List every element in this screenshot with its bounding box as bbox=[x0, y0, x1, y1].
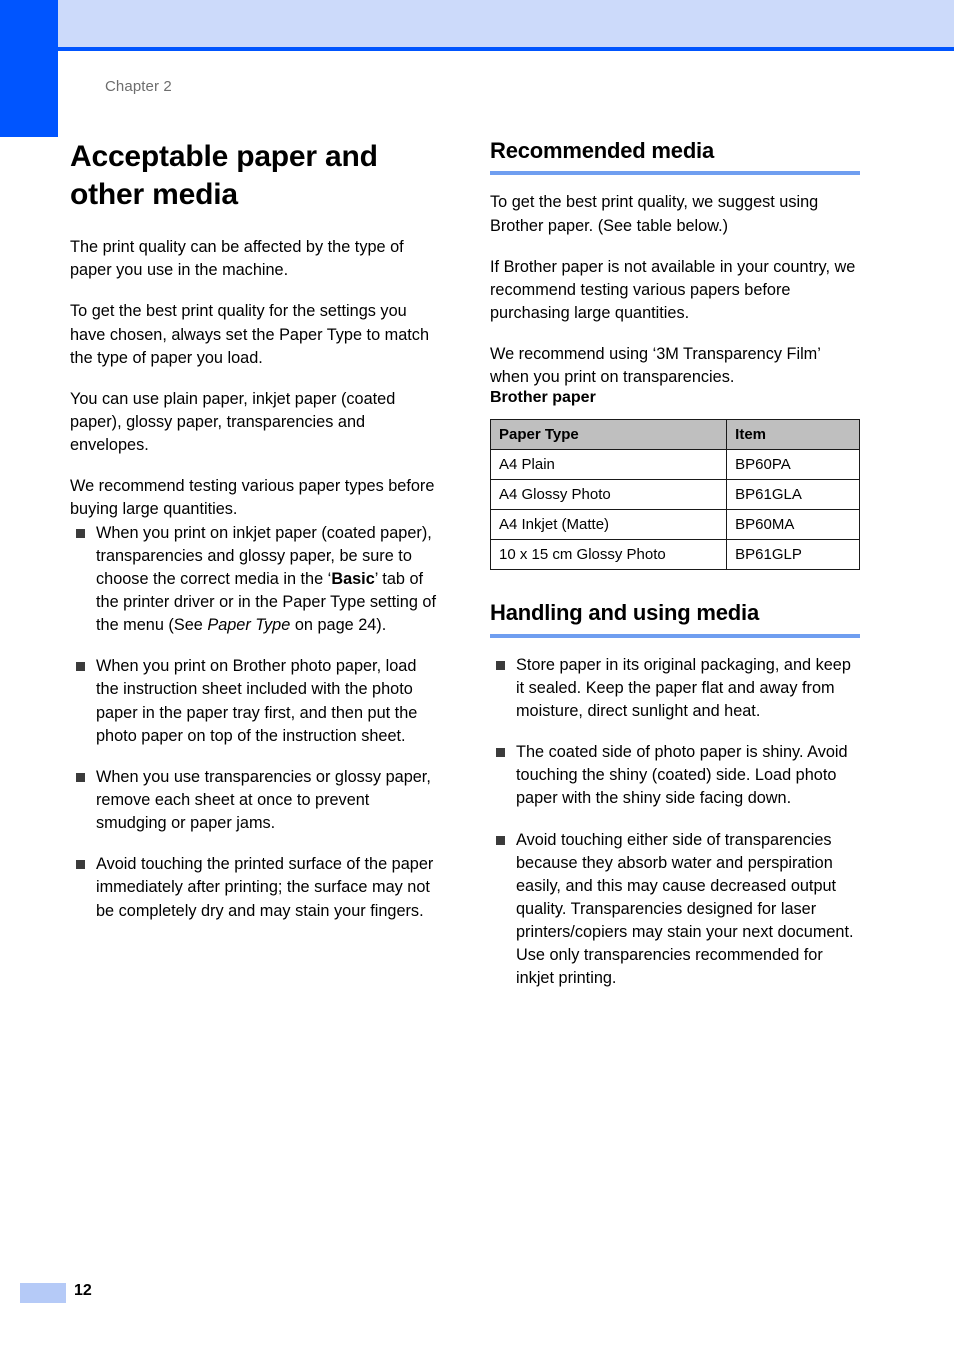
paragraph: We recommend using ‘3M Transparency Film… bbox=[490, 345, 821, 387]
list-item: Avoid touching either side of transparen… bbox=[490, 829, 860, 991]
table-row: A4 Plain BP60PA bbox=[489, 449, 860, 481]
left-column: Acceptable paper and other media The pri… bbox=[70, 138, 440, 923]
subheading-brother-paper: Brother paper bbox=[490, 389, 596, 407]
square-bullet-icon bbox=[496, 660, 505, 670]
list-item: When you print on inkjet paper (coated p… bbox=[70, 522, 440, 638]
chapter-label: Chapter 2 bbox=[105, 78, 172, 95]
section-underline-handling-media bbox=[490, 633, 860, 638]
square-bullet-icon bbox=[76, 662, 85, 672]
paragraph: To get the best print quality, we sugges… bbox=[490, 193, 819, 235]
paragraph: To get the best print quality for the se… bbox=[70, 302, 429, 367]
header-rule bbox=[58, 47, 954, 51]
table-row: 10 x 15 cm Glossy Photo BP61GLP bbox=[489, 539, 860, 571]
table-cell: BP60PA bbox=[726, 449, 860, 481]
section-title-handling-media: Handling and using media bbox=[490, 600, 759, 626]
footer-accent-swatch bbox=[20, 1283, 66, 1303]
emphasis-bold: Basic bbox=[331, 569, 375, 588]
list-item: When you use transparencies or glossy pa… bbox=[70, 766, 440, 835]
table-row: A4 Glossy Photo BP61GLA bbox=[489, 479, 860, 511]
list-item: The coated side of photo paper is shiny.… bbox=[490, 741, 860, 810]
table-cell: A4 Inkjet (Matte) bbox=[489, 509, 728, 541]
table-column-header: Paper Type bbox=[489, 419, 728, 451]
table-cell: BP60MA bbox=[726, 509, 860, 541]
list-item-text: Avoid touching either side of transparen… bbox=[516, 830, 854, 988]
header-band bbox=[58, 0, 954, 47]
text-run: When you print on Brother photo paper, l… bbox=[96, 657, 418, 745]
text-run: When you use transparencies or glossy pa… bbox=[96, 767, 431, 833]
brother-paper-table: Paper Type Item A4 Plain BP60PA A4 Glossy P… bbox=[489, 419, 860, 571]
table-header-row: Paper Type Item bbox=[489, 419, 860, 451]
page-title: Acceptable paper and other media bbox=[70, 140, 378, 212]
square-bullet-icon bbox=[496, 835, 505, 845]
square-bullet-icon bbox=[496, 748, 505, 758]
text-run: Avoid touching the printed surface of th… bbox=[96, 855, 434, 920]
paragraph: The print quality can be affected by the… bbox=[70, 238, 404, 280]
text-run: on page 24). bbox=[290, 616, 387, 635]
square-bullet-icon bbox=[76, 860, 85, 870]
section-underline-recommended-media bbox=[490, 171, 860, 176]
table-column-header: Item bbox=[726, 419, 860, 451]
recommended-media-paragraphs: To get the best print quality, we sugges… bbox=[490, 191, 860, 389]
list-item-text: The coated side of photo paper is shiny.… bbox=[516, 743, 848, 808]
table-cell: 10 x 15 cm Glossy Photo bbox=[489, 539, 728, 571]
emphasis-italic: Paper Type bbox=[207, 616, 291, 635]
paragraph: We recommend testing various paper types… bbox=[70, 477, 435, 519]
list-item: Avoid touching the printed surface of th… bbox=[70, 853, 440, 922]
right-column: Recommended media To get the best print … bbox=[489, 138, 860, 991]
paragraph: You can use plain paper, inkjet paper (c… bbox=[70, 389, 396, 455]
list-item: When you print on Brother photo paper, l… bbox=[70, 655, 440, 748]
left-column-paragraphs: The print quality can be affected by the… bbox=[70, 236, 440, 521]
page-number: 12 bbox=[74, 1282, 92, 1299]
section-title-recommended-media: Recommended media bbox=[490, 138, 715, 163]
list-item: Store paper in its original packaging, a… bbox=[490, 654, 860, 723]
table-cell: BP61GLA bbox=[726, 479, 860, 511]
table-cell: A4 Glossy Photo bbox=[489, 479, 728, 511]
table-header: Paper Type Item bbox=[489, 419, 860, 451]
table-cell: A4 Plain bbox=[489, 449, 728, 481]
list-item-text: Store paper in its original packaging, a… bbox=[516, 655, 851, 721]
square-bullet-icon bbox=[76, 772, 85, 782]
table-body: A4 Plain BP60PA A4 Glossy Photo BP61GLA A4 I… bbox=[489, 449, 860, 571]
left-column-bullet-list: When you print on inkjet paper (coated p… bbox=[70, 522, 440, 923]
handling-media-bullet-list: Store paper in its original packaging, a… bbox=[490, 654, 860, 991]
header-accent-bar bbox=[0, 0, 58, 137]
square-bullet-icon bbox=[76, 528, 85, 538]
table-row: A4 Inkjet (Matte) BP60MA bbox=[489, 509, 860, 541]
table-cell: BP61GLP bbox=[726, 539, 860, 571]
paragraph: If Brother paper is not available in you… bbox=[490, 257, 856, 322]
